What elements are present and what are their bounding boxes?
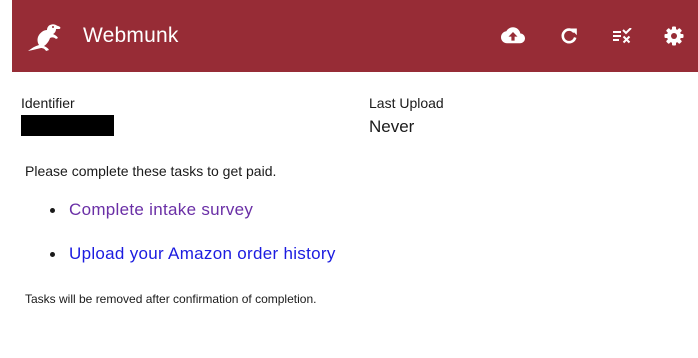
task-link-amazon-order-history[interactable]: Upload your Amazon order history — [69, 244, 336, 263]
upload-button[interactable] — [500, 23, 526, 49]
gear-icon — [664, 26, 684, 46]
task-link-intake-survey[interactable]: Complete intake survey — [69, 200, 253, 219]
last-upload-value: Never — [369, 117, 415, 136]
clear-tasks-button[interactable] — [609, 23, 635, 49]
app-title: Webmunk — [83, 24, 179, 47]
settings-button[interactable] — [661, 23, 687, 49]
task-item: Complete intake survey — [46, 200, 336, 234]
identifier-label: Identifier — [21, 95, 75, 111]
task-list: Complete intake survey Upload your Amazo… — [46, 200, 336, 278]
identifier-value-redacted — [21, 115, 114, 136]
refresh-button[interactable] — [556, 23, 582, 49]
clear-list-icon — [613, 28, 632, 44]
app-header: Webmunk — [12, 0, 698, 72]
upload-icon — [501, 27, 525, 44]
last-upload-label: Last Upload — [369, 95, 444, 111]
bullet — [50, 252, 55, 257]
popup-window: Webmunk Identifier Last Upload Never Ple… — [0, 0, 698, 358]
bullet — [50, 208, 55, 213]
webmunk-logo-icon — [28, 24, 61, 51]
refresh-icon — [561, 28, 577, 44]
tasks-note: Tasks will be removed after confirmation… — [25, 292, 317, 306]
task-item: Upload your Amazon order history — [46, 244, 336, 278]
tasks-intro: Please complete these tasks to get paid. — [25, 163, 277, 179]
